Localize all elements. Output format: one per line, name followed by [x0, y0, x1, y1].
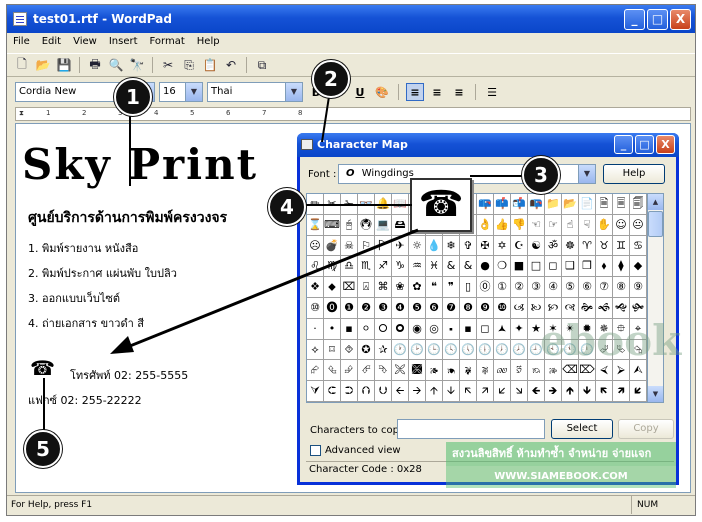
callout-badge-1: 1 — [114, 78, 152, 116]
annotation-overlay — [43, 89, 524, 432]
callout-badge-5: 5 — [24, 430, 62, 468]
callout-badge-2: 2 — [312, 60, 350, 98]
arrow-head — [110, 336, 134, 354]
callout-arrow — [119, 228, 419, 352]
callout-badge-3: 3 — [522, 156, 560, 194]
callout-badge-4: 4 — [268, 188, 306, 226]
